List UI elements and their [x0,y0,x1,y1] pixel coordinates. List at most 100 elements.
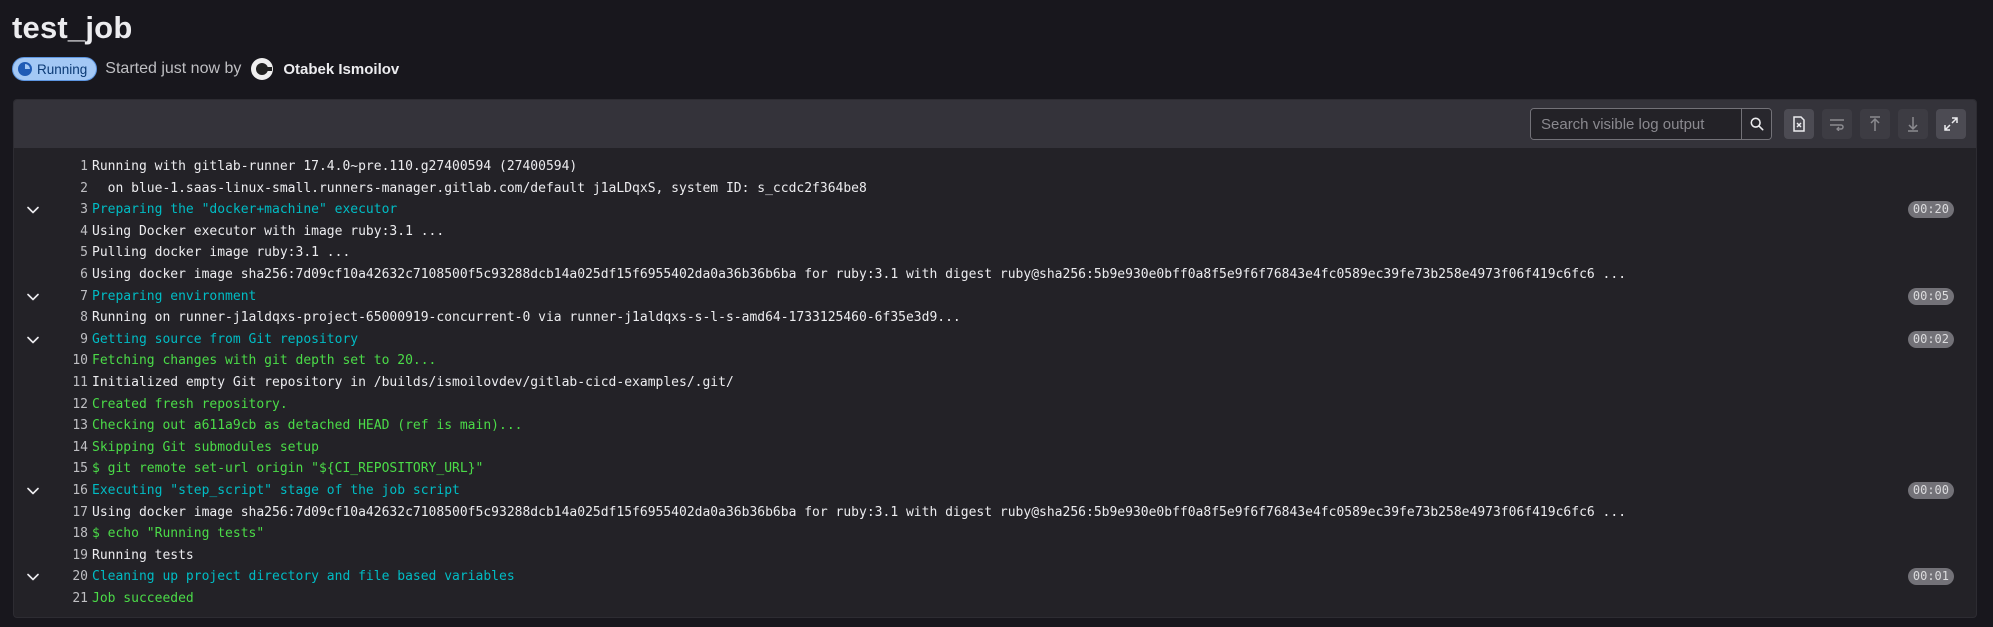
line-text: Created fresh repository. [92,396,288,412]
line-text: $ git remote set-url origin "${CI_REPOSI… [92,461,484,477]
section-duration-badge: 00:00 [1907,481,1954,499]
search-input[interactable] [1531,109,1741,139]
scroll-to-top-icon [1870,116,1880,131]
line-number[interactable]: 14 [44,437,88,459]
log-line: 8 Running on runner-j1aldqxs-project-6500… [14,307,1976,329]
line-text: Initialized empty Git repository in /bui… [92,374,734,390]
line-text: on blue-1.saas-linux-small.runners-manag… [92,180,867,196]
line-text: Using docker image sha256:7d09cf10a42632… [92,504,1627,520]
chevron-down-icon [27,487,39,495]
line-text: Skipping Git submodules setup [92,439,319,455]
line-text: Pulling docker image ruby:3.1 ... [92,245,351,261]
log-line: 21 Job succeeded [14,588,1976,610]
line-text: Getting source from Git repository [92,331,359,347]
started-text: Started just now by [105,60,242,77]
show-raw-log-button[interactable] [1784,109,1814,139]
user-avatar-icon [256,63,273,75]
line-number[interactable]: 10 [44,350,88,372]
log-line: 18 $ echo "Running tests" [14,523,1976,545]
collapse-section-toggle[interactable] [26,570,40,584]
job-log-panel: 1 Running with gitlab-runner 17.4.0~pre.1… [13,99,1977,618]
line-number[interactable]: 9 [44,329,88,351]
line-text: Preparing the "docker+machine" executor [92,202,398,218]
log-line: 6 Using docker image sha256:7d09cf10a4263… [14,264,1976,286]
log-section-header[interactable]: 16 Executing "step_script" stage of the j… [14,480,1976,502]
log-section-header[interactable]: 9 Getting source from Git repository 00:02 [14,329,1976,351]
section-duration-badge: 00:05 [1907,287,1954,305]
log-line: 14 Skipping Git submodules setup [14,437,1976,459]
user-name-link[interactable]: Otabek Ismoilov [283,61,399,78]
line-number[interactable]: 21 [44,588,88,610]
job-meta: Running Started just now by Otabek Ismoi… [12,56,399,82]
log-section-header[interactable]: 7 Preparing environment 00:05 [14,286,1976,308]
chevron-down-icon [27,336,39,344]
line-text: Preparing environment [92,288,257,304]
log-section-header[interactable]: 20 Cleaning up project directory and file… [14,566,1976,588]
line-number[interactable]: 20 [44,566,88,588]
collapse-section-toggle[interactable] [26,484,40,498]
avatar[interactable] [251,58,274,80]
line-text: Running tests [92,547,194,563]
line-text: Cleaning up project directory and file b… [92,569,515,585]
search-button[interactable] [1741,109,1771,139]
line-text: Checking out a611a9cb as detached HEAD (… [92,418,523,434]
line-text: Executing "step_script" stage of the job… [92,482,460,498]
scroll-to-top-button[interactable] [1860,109,1890,139]
scroll-to-bottom-button[interactable] [1898,109,1928,139]
log-line: 1 Running with gitlab-runner 17.4.0~pre.1… [14,156,1976,178]
scroll-to-bottom-icon [1908,117,1918,132]
line-number[interactable]: 13 [44,415,88,437]
line-number[interactable]: 16 [44,480,88,502]
raw-log-icon [1793,116,1805,132]
line-text: Job succeeded [92,590,194,606]
log-line: 11 Initialized empty Git repository in /b… [14,372,1976,394]
fullscreen-button[interactable] [1936,109,1966,139]
wrap-lines-icon [1830,119,1844,131]
line-number[interactable]: 3 [44,199,88,221]
line-number[interactable]: 17 [44,502,88,524]
line-text: Fetching changes with git depth set to 2… [92,353,437,369]
line-number[interactable]: 18 [44,523,88,545]
line-number[interactable]: 2 [44,178,88,200]
log-line: 17 Using docker image sha256:7d09cf10a426… [14,502,1976,524]
line-number[interactable]: 19 [44,545,88,567]
log-line: 19 Running tests [14,545,1976,567]
collapse-section-toggle[interactable] [26,203,40,217]
line-number[interactable]: 1 [44,156,88,178]
line-number[interactable]: 7 [44,286,88,308]
line-number[interactable]: 6 [44,264,88,286]
section-duration-badge: 00:01 [1907,568,1954,586]
log-section-header[interactable]: 3 Preparing the "docker+machine" executor… [14,199,1976,221]
line-number[interactable]: 11 [44,372,88,394]
line-number[interactable]: 15 [44,458,88,480]
wrap-lines-button[interactable] [1822,109,1852,139]
log-line: 12 Created fresh repository. [14,394,1976,416]
line-number[interactable]: 4 [44,221,88,243]
status-badge[interactable]: Running [12,57,98,81]
line-text: Using docker image sha256:7d09cf10a42632… [92,266,1627,282]
section-duration-badge: 00:20 [1907,201,1954,219]
line-number[interactable]: 5 [44,242,88,264]
line-number[interactable]: 8 [44,307,88,329]
line-text: Using Docker executor with image ruby:3.… [92,223,445,239]
log-line: 5 Pulling docker image ruby:3.1 ... [14,242,1976,264]
log-line: 4 Using Docker executor with image ruby:3… [14,221,1976,243]
collapse-section-toggle[interactable] [26,333,40,347]
log-line: 10 Fetching changes with git depth set to… [14,350,1976,372]
log-toolbar [14,100,1976,148]
line-number[interactable]: 12 [44,394,88,416]
collapse-section-toggle[interactable] [26,290,40,304]
line-text: Running with gitlab-runner 17.4.0~pre.11… [92,159,578,174]
log-line: 15 $ git remote set-url origin "${CI_REPO… [14,458,1976,480]
chevron-down-icon [27,206,39,214]
line-text: $ echo "Running tests" [92,526,265,542]
chevron-down-icon [27,573,39,581]
chevron-down-icon [27,293,39,300]
job-log: 1 Running with gitlab-runner 17.4.0~pre.1… [14,148,1976,609]
fullscreen-icon [1944,117,1958,131]
status-label: Running [37,61,88,77]
log-line: 2 on blue-1.saas-linux-small.runners-man… [14,178,1976,200]
running-status-icon [18,62,32,76]
search-icon [1750,117,1763,131]
log-line: 13 Checking out a611a9cb as detached HEAD… [14,415,1976,437]
